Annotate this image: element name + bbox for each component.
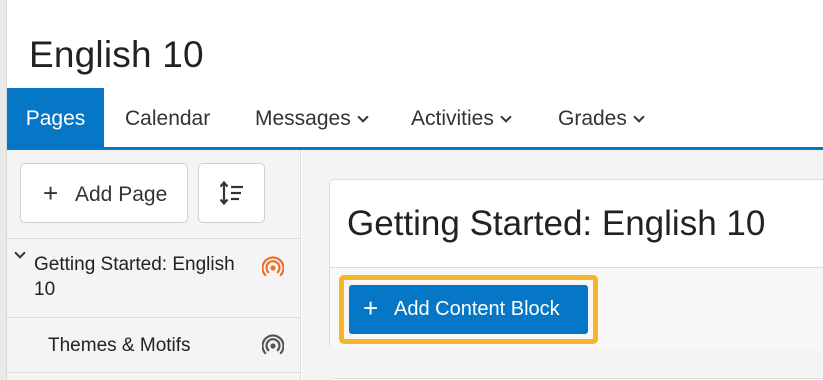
tab-messages-label: Messages bbox=[255, 107, 351, 130]
sort-order-icon bbox=[220, 180, 243, 206]
plus-icon: + bbox=[43, 178, 59, 208]
sidebar-page-label: Themes & Motifs bbox=[48, 335, 191, 356]
chevron-down-icon bbox=[633, 111, 645, 123]
tab-pages-label: Pages bbox=[25, 107, 86, 130]
page-card: Getting Started: English 10 + Add Conten… bbox=[329, 179, 823, 350]
published-broadcast-icon[interactable] bbox=[262, 255, 284, 277]
tab-grades[interactable]: Grades bbox=[558, 88, 645, 150]
sidebar-page-themes-motifs[interactable]: Themes & Motifs bbox=[7, 317, 301, 372]
page-content-area: Getting Started: English 10 + Add Conten… bbox=[302, 150, 823, 380]
reorder-pages-button[interactable] bbox=[198, 163, 265, 223]
sidebar-page-getting-started[interactable]: Getting Started: English 10 bbox=[7, 238, 301, 317]
tab-activities-label: Activities bbox=[411, 107, 494, 130]
course-nav: Pages Calendar Messages Activities Grade… bbox=[7, 88, 823, 150]
add-content-block-button[interactable]: + Add Content Block bbox=[349, 285, 588, 334]
unpublished-broadcast-icon[interactable] bbox=[262, 333, 284, 355]
left-window-edge bbox=[0, 0, 7, 380]
tab-pages[interactable]: Pages bbox=[7, 88, 104, 150]
chevron-down-icon[interactable] bbox=[14, 247, 26, 259]
page-title: Getting Started: English 10 bbox=[347, 204, 766, 243]
sidebar-page-partial bbox=[7, 372, 301, 380]
tab-grades-label: Grades bbox=[558, 107, 627, 130]
plus-icon: + bbox=[363, 293, 379, 323]
pages-sidebar: + Add Page Getting Started: English 10 T… bbox=[7, 150, 301, 380]
highlight-outline: + Add Content Block bbox=[339, 275, 598, 344]
tab-calendar[interactable]: Calendar bbox=[125, 88, 210, 150]
course-title: English 10 bbox=[29, 34, 204, 75]
add-page-button[interactable]: + Add Page bbox=[20, 163, 188, 223]
tab-activities[interactable]: Activities bbox=[411, 88, 512, 150]
add-page-label: Add Page bbox=[75, 183, 168, 206]
tab-messages[interactable]: Messages bbox=[255, 88, 369, 150]
tab-calendar-label: Calendar bbox=[125, 107, 211, 130]
chevron-down-icon bbox=[357, 111, 369, 123]
sidebar-page-label: Getting Started: English 10 bbox=[34, 254, 235, 300]
add-content-block-label: Add Content Block bbox=[394, 298, 560, 320]
chevron-down-icon bbox=[500, 111, 512, 123]
page-card-footer: + Add Content Block bbox=[330, 267, 823, 350]
